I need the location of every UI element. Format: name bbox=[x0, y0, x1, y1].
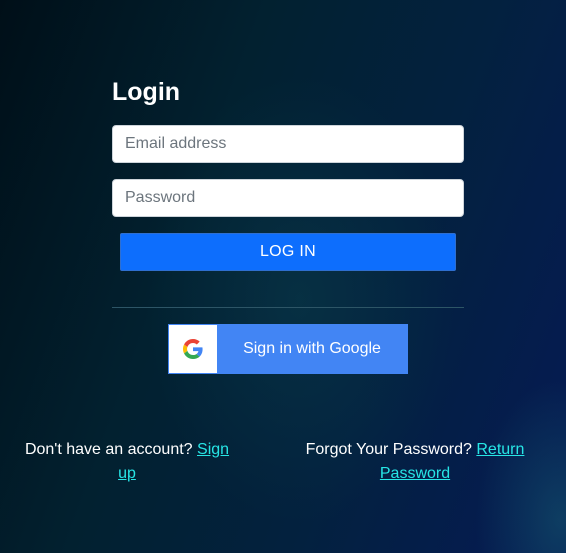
login-form: Login LOG IN bbox=[112, 74, 464, 308]
signup-prompt-text: Don't have an account? bbox=[24, 441, 193, 458]
forgot-password-text: Forgot Your Password? bbox=[305, 441, 472, 458]
login-button[interactable]: LOG IN bbox=[120, 233, 456, 271]
email-field[interactable] bbox=[112, 125, 464, 163]
google-g-icon bbox=[183, 339, 203, 359]
google-sign-in-label: Sign in with Google bbox=[243, 340, 381, 357]
page-title: Login bbox=[112, 78, 181, 106]
password-field[interactable] bbox=[112, 179, 464, 217]
forgot-password-prompt: Forgot Your Password? Return Password bbox=[300, 438, 530, 486]
signup-prompt: Don't have an account? Sign up bbox=[20, 438, 234, 486]
google-sign-in-button[interactable]: Sign in with Google bbox=[168, 324, 408, 374]
google-icon-container bbox=[169, 325, 217, 373]
divider bbox=[112, 307, 464, 308]
